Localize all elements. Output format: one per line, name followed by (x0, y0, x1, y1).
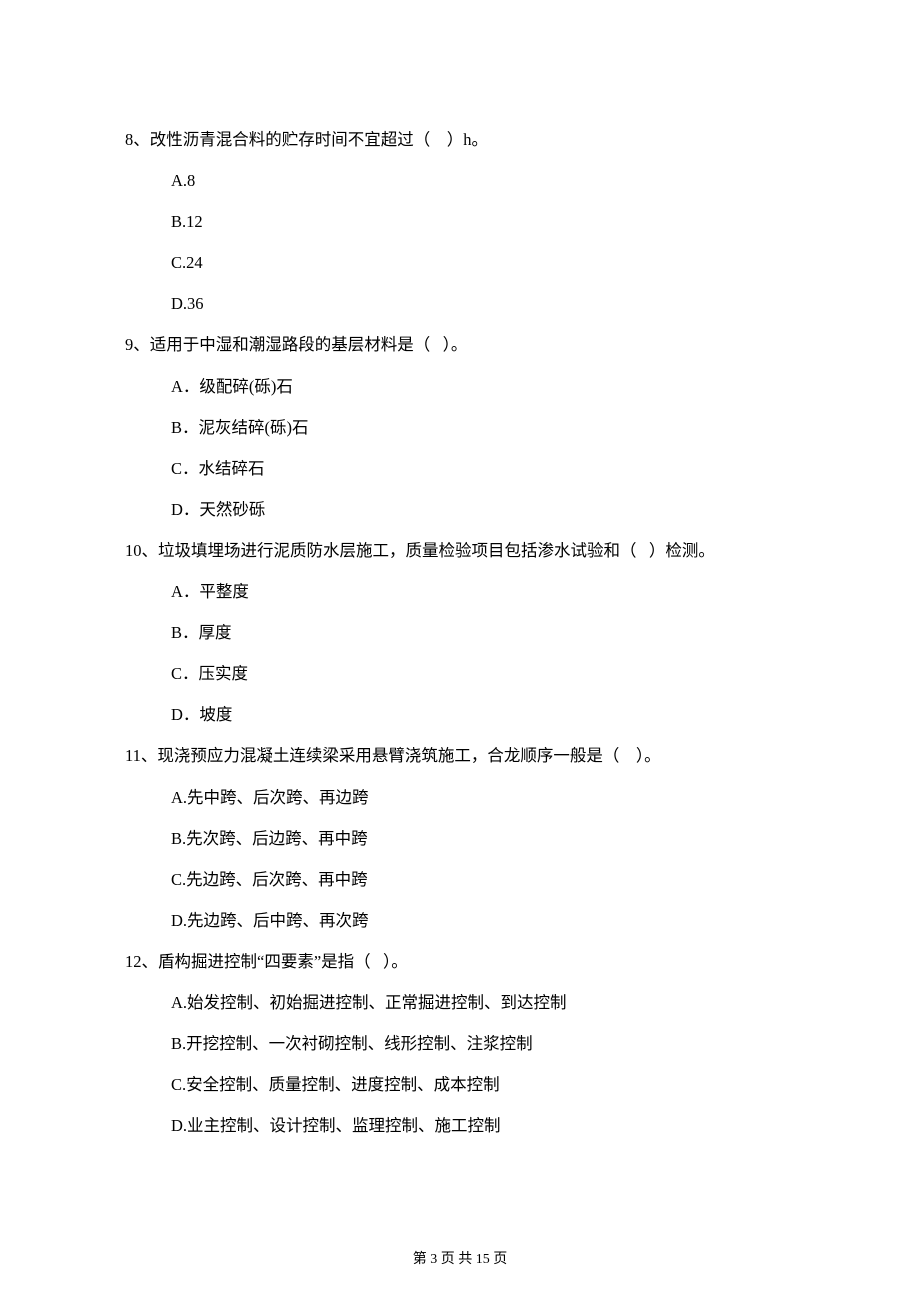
question-9-options: A．级配碎(砾)石 B．泥灰结碎(砾)石 C．水结碎石 D．天然砂砾 (125, 375, 800, 521)
question-8-stem-after: ）h。 (447, 130, 488, 149)
question-10-stem-after: ）检测。 (649, 541, 715, 560)
question-12-option-a: A.始发控制、初始掘进控制、正常掘进控制、到达控制 (171, 991, 800, 1014)
question-9-option-c: C．水结碎石 (171, 457, 800, 480)
page-footer: 第 3 页 共 15 页 (0, 1250, 920, 1270)
question-12-option-d: D.业主控制、设计控制、监理控制、施工控制 (171, 1114, 800, 1137)
question-8-option-c: C.24 (171, 251, 800, 274)
question-11-number: 11、 (125, 746, 157, 765)
question-8-stem-before: 改性沥青混合料的贮存时间不宜超过（ (150, 130, 431, 149)
question-12-stem: 12、盾构掘进控制“四要素”是指（ ）。 (125, 950, 800, 973)
question-11-option-d: D.先边跨、后中跨、再次跨 (171, 909, 800, 932)
question-8-option-b: B.12 (171, 210, 800, 233)
question-9-stem-before: 适用于中湿和潮湿路段的基层材料是（ (150, 335, 431, 354)
question-12-number: 12、 (125, 952, 158, 971)
question-9: 9、适用于中湿和潮湿路段的基层材料是（ ）。 A．级配碎(砾)石 B．泥灰结碎(… (125, 333, 800, 520)
question-12: 12、盾构掘进控制“四要素”是指（ ）。 A.始发控制、初始掘进控制、正常掘进控… (125, 950, 800, 1137)
question-12-option-b: B.开挖控制、一次衬砌控制、线形控制、注浆控制 (171, 1032, 800, 1055)
question-11-options: A.先中跨、后次跨、再边跨 B.先次跨、后边跨、再中跨 C.先边跨、后次跨、再中… (125, 786, 800, 932)
question-10-option-b: B．厚度 (171, 621, 800, 644)
question-11-option-c: C.先边跨、后次跨、再中跨 (171, 868, 800, 891)
question-11-stem-before: 现浇预应力混凝土连续梁采用悬臂浇筑施工，合龙顺序一般是（ (157, 746, 619, 765)
question-12-stem-after: ）。 (383, 952, 408, 971)
question-8-number: 8、 (125, 130, 150, 149)
question-11: 11、现浇预应力混凝土连续梁采用悬臂浇筑施工，合龙顺序一般是（ ）。 A.先中跨… (125, 744, 800, 931)
question-12-stem-before: 盾构掘进控制“四要素”是指（ (158, 952, 371, 971)
question-10-option-d: D．坡度 (171, 703, 800, 726)
question-9-stem: 9、适用于中湿和潮湿路段的基层材料是（ ）。 (125, 333, 800, 356)
question-8-stem: 8、改性沥青混合料的贮存时间不宜超过（ ）h。 (125, 128, 800, 151)
question-10-option-c: C．压实度 (171, 662, 800, 685)
question-10: 10、垃圾填埋场进行泥质防水层施工，质量检验项目包括渗水试验和（ ）检测。 A．… (125, 539, 800, 726)
document-page: 8、改性沥青混合料的贮存时间不宜超过（ ）h。 A.8 B.12 C.24 D.… (0, 0, 920, 1302)
question-12-option-c: C.安全控制、质量控制、进度控制、成本控制 (171, 1073, 800, 1096)
question-11-stem: 11、现浇预应力混凝土连续梁采用悬臂浇筑施工，合龙顺序一般是（ ）。 (125, 744, 800, 767)
question-12-options: A.始发控制、初始掘进控制、正常掘进控制、到达控制 B.开挖控制、一次衬砌控制、… (125, 991, 800, 1137)
question-8-option-d: D.36 (171, 292, 800, 315)
question-11-option-a: A.先中跨、后次跨、再边跨 (171, 786, 800, 809)
question-9-option-d: D．天然砂砾 (171, 498, 800, 521)
question-8: 8、改性沥青混合料的贮存时间不宜超过（ ）h。 A.8 B.12 C.24 D.… (125, 128, 800, 315)
question-10-stem-before: 垃圾填埋场进行泥质防水层施工，质量检验项目包括渗水试验和（ (158, 541, 637, 560)
question-9-option-b: B．泥灰结碎(砾)石 (171, 416, 800, 439)
question-9-option-a: A．级配碎(砾)石 (171, 375, 800, 398)
question-8-option-a: A.8 (171, 169, 800, 192)
question-11-stem-after: ）。 (636, 746, 661, 765)
question-9-stem-after: ）。 (443, 335, 468, 354)
question-9-number: 9、 (125, 335, 150, 354)
question-10-stem: 10、垃圾填埋场进行泥质防水层施工，质量检验项目包括渗水试验和（ ）检测。 (125, 539, 800, 562)
question-10-option-a: A．平整度 (171, 580, 800, 603)
question-8-options: A.8 B.12 C.24 D.36 (125, 169, 800, 315)
question-11-option-b: B.先次跨、后边跨、再中跨 (171, 827, 800, 850)
question-10-number: 10、 (125, 541, 158, 560)
question-10-options: A．平整度 B．厚度 C．压实度 D．坡度 (125, 580, 800, 726)
